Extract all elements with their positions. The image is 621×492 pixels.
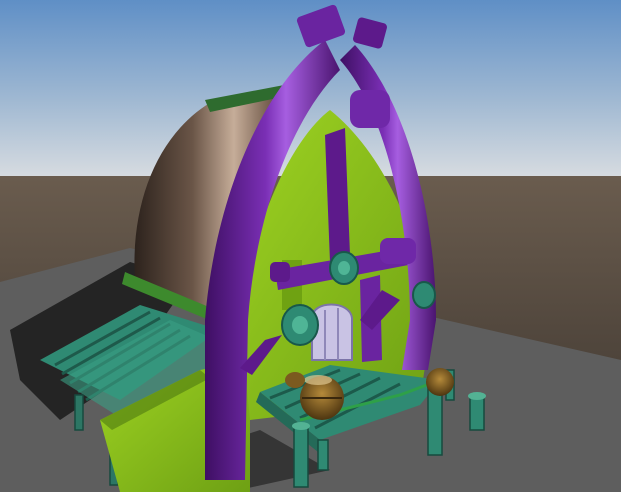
3d-scene[interactable] — [0, 0, 621, 492]
door — [311, 303, 353, 361]
front-posts — [317, 439, 329, 471]
game-viewport[interactable] — [0, 0, 621, 492]
